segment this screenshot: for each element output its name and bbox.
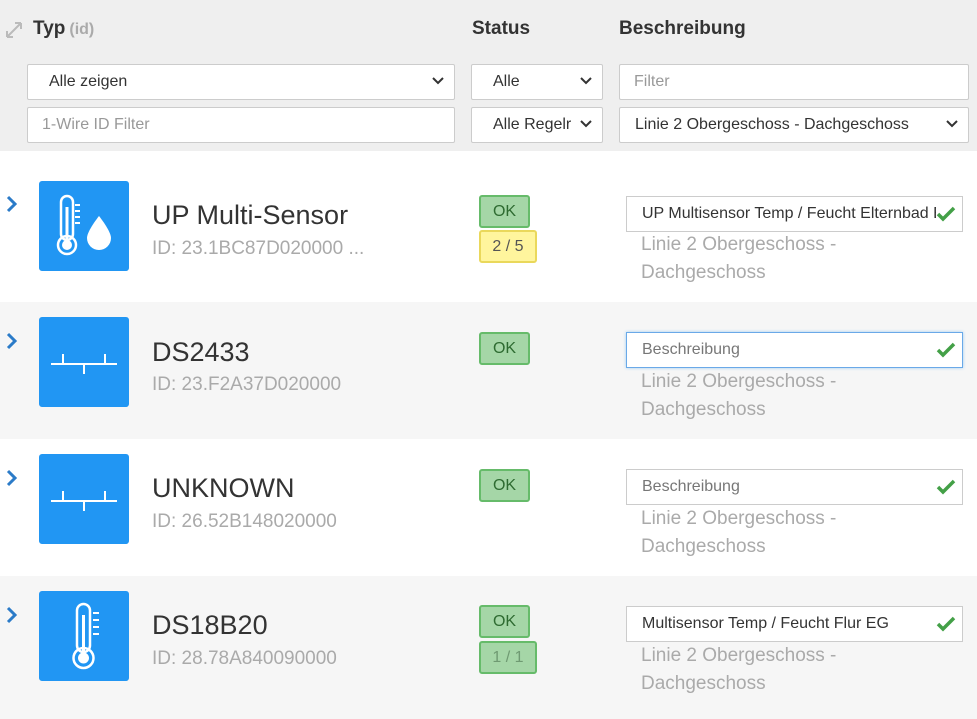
description-placeholder: Beschreibung <box>642 478 740 495</box>
check-icon[interactable] <box>936 206 956 222</box>
type-filter-value: Alle zeigen <box>49 73 128 90</box>
status-badge: OK <box>479 195 530 228</box>
status-filter-select[interactable]: Alle <box>471 64 603 100</box>
chevron-right-icon[interactable] <box>5 195 19 213</box>
device-location: Linie 2 Obergeschoss - Dachgeschoss <box>641 371 837 420</box>
device-row[interactable]: UNKNOWN ID: 26.52B148020000 OK Beschreib… <box>0 439 977 576</box>
device-location: Linie 2 Obergeschoss - Dachgeschoss <box>641 508 837 557</box>
column-header-description[interactable]: Beschreibung <box>619 18 746 40</box>
check-icon[interactable] <box>936 479 956 495</box>
bus-connector-icon <box>39 454 129 544</box>
device-id: ID: 23.1BC87D020000 ... <box>152 238 365 259</box>
description-field[interactable]: UP Multisensor Temp / Feucht Elternbad E… <box>626 196 963 232</box>
device-id: ID: 23.F2A37D020000 <box>152 374 342 395</box>
check-icon[interactable] <box>936 342 956 358</box>
description-placeholder: Beschreibung <box>642 341 740 358</box>
description-value: Multisensor Temp / Feucht Flur EG <box>642 615 889 632</box>
expand-icon[interactable] <box>4 20 24 40</box>
device-row[interactable]: UP Multi-Sensor ID: 23.1BC87D020000 ... … <box>0 165 977 302</box>
device-id: ID: 26.52B148020000 <box>152 511 337 532</box>
status-badge: OK <box>479 605 530 638</box>
chevron-right-icon[interactable] <box>5 606 19 624</box>
rule-filter-select[interactable]: Alle Regelr <box>471 107 603 143</box>
device-name[interactable]: DS2433 <box>152 337 250 368</box>
device-location: Linie 2 Obergeschoss - Dachgeschoss <box>641 234 837 283</box>
chevron-down-icon <box>946 120 958 128</box>
bus-connector-icon <box>39 317 129 407</box>
description-field[interactable]: Multisensor Temp / Feucht Flur EG <box>626 606 963 642</box>
location-filter-select[interactable]: Linie 2 Obergeschoss - Dachgeschoss <box>619 107 969 143</box>
count-badge: 1 / 1 <box>479 641 537 674</box>
chevron-down-icon <box>579 117 593 131</box>
location-filter-value: Linie 2 Obergeschoss - Dachgeschoss <box>635 116 909 133</box>
chevron-down-icon <box>432 77 444 85</box>
device-row[interactable]: DS18B20 ID: 28.78A840090000 OK 1 / 1 Mul… <box>0 576 977 719</box>
typ-sub-label: (id) <box>69 21 95 38</box>
device-name[interactable]: UNKNOWN <box>152 473 295 504</box>
typ-label: Typ <box>33 18 66 39</box>
status-badge: OK <box>479 332 530 365</box>
column-header-typ[interactable]: Typ (id) <box>33 18 94 40</box>
device-row[interactable]: DS2433 ID: 23.F2A37D020000 OK Beschreibu… <box>0 302 977 439</box>
chevron-right-icon[interactable] <box>5 332 19 350</box>
rule-filter-value: Alle Regelr <box>493 116 572 133</box>
description-value: UP Multisensor Temp / Feucht Elternbad E… <box>642 205 957 222</box>
type-filter-select[interactable]: Alle zeigen <box>27 64 455 100</box>
chevron-down-icon <box>580 77 592 85</box>
device-name[interactable]: DS18B20 <box>152 610 268 641</box>
description-filter-input[interactable] <box>619 64 969 100</box>
device-id: ID: 28.78A840090000 <box>152 648 337 669</box>
description-field[interactable]: Beschreibung <box>626 469 963 505</box>
count-badge: 2 / 5 <box>479 230 537 263</box>
column-header-status[interactable]: Status <box>472 18 530 40</box>
check-icon[interactable] <box>936 616 956 632</box>
status-badge: OK <box>479 469 530 502</box>
description-field[interactable]: Beschreibung <box>626 332 963 368</box>
filter-header: Typ (id) Status Beschreibung Alle zeigen … <box>0 0 977 151</box>
chevron-right-icon[interactable] <box>5 469 19 487</box>
device-location: Linie 2 Obergeschoss - Dachgeschoss <box>641 645 837 694</box>
device-name[interactable]: UP Multi-Sensor <box>152 200 348 231</box>
id-filter-input[interactable] <box>27 107 455 143</box>
thermometer-icon <box>39 591 129 681</box>
status-filter-value: Alle <box>493 73 520 90</box>
thermometer-drop-icon <box>39 181 129 271</box>
